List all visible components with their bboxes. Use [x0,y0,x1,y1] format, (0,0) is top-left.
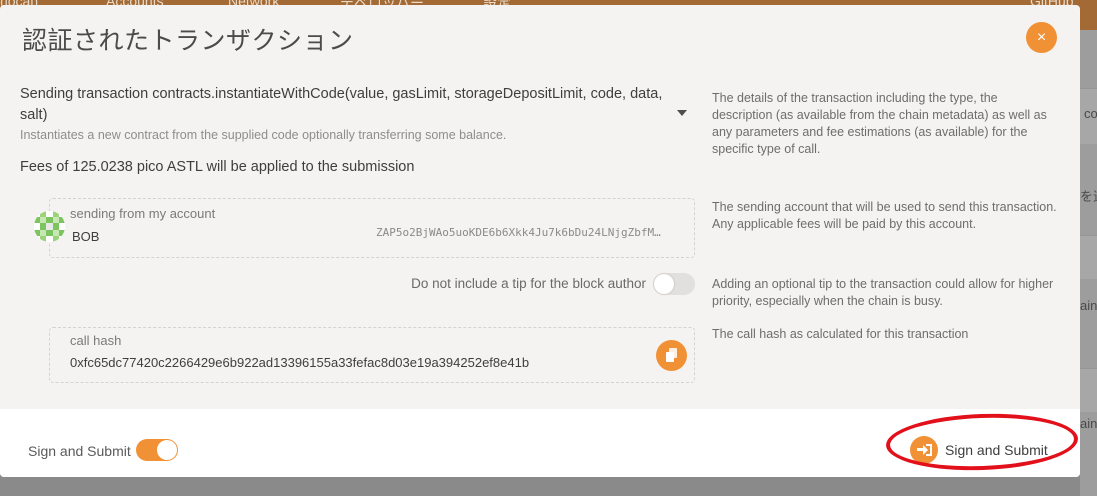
sending-account-selector[interactable]: sending from my account BOB ZAP5o2BjWAo5… [34,198,695,258]
transaction-summary: Sending transaction contracts.instantiat… [20,84,695,142]
close-button[interactable]: × [1026,22,1057,53]
expand-details-icon[interactable] [677,110,687,116]
account-help: The sending account that will be used to… [712,200,1057,231]
sign-and-submit-button[interactable]: Sign and Submit [910,434,1062,466]
bg-strip [1080,368,1097,412]
modal-title: 認証されたトランザクション [22,26,354,55]
tip-toggle[interactable] [653,273,695,295]
call-hash-label: call hash [70,333,122,348]
background-right-edge: co を追 ain ain [1080,30,1097,496]
call-hash-help: The call hash as calculated for this tra… [712,327,969,341]
copy-button[interactable] [656,340,687,371]
account-label: sending from my account [70,206,216,221]
transaction-fees: Fees of 125.0238 pico ASTL will be appli… [20,159,415,175]
tip-row: Do not include a tip for the block autho… [0,273,695,295]
bg-text: ain [1080,416,1097,431]
sign-in-icon [910,436,938,464]
account-identicon [34,211,65,242]
sign-and-submit-toggle[interactable] [136,439,178,461]
bg-strip [1080,235,1097,279]
transaction-description: Instantiates a new contract from the sup… [20,128,507,142]
tip-help: Adding an optional tip to the transactio… [712,277,1054,308]
authorize-transaction-modal: 認証されたトランザクション × Sending transaction cont… [0,5,1080,477]
tip-label: Do not include a tip for the block autho… [411,276,646,291]
bg-text: co [1084,106,1097,121]
sign-and-submit-toggle-label: Sign and Submit [28,443,131,459]
bg-text: を追 [1080,189,1097,204]
close-icon: × [1036,29,1047,46]
account-name: BOB [72,229,100,244]
toggle-knob [157,440,177,460]
call-hash-field: call hash 0xfc65dc77420c2266429e6b922ad1… [49,327,695,383]
sign-and-submit-button-label: Sign and Submit [945,442,1048,458]
call-hash-value: 0xfc65dc77420c2266429e6b922ad13396155a33… [70,355,530,370]
toggle-knob [654,274,674,294]
transaction-help: The details of the transaction including… [712,91,1047,156]
modal-footer: Sign and Submit Sign and Submit [0,409,1080,477]
account-address: ZAP5o2BjWAo5uoKDE6b6Xkk4Ju7k6bDu24LNjgZb… [376,226,666,239]
transaction-call: Sending transaction contracts.instantiat… [20,86,663,123]
bg-text: ain [1080,298,1097,313]
